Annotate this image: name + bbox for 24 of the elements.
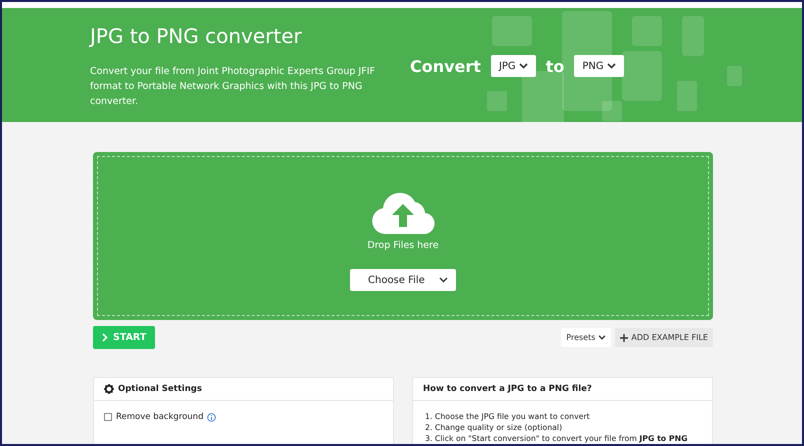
option-label: Remove background bbox=[116, 412, 204, 422]
chevron-down-icon bbox=[518, 63, 528, 69]
convert-label: Convert bbox=[410, 56, 481, 76]
to-label: to bbox=[546, 56, 564, 76]
chevron-down-icon bbox=[439, 277, 448, 283]
chevron-down-icon bbox=[606, 63, 616, 69]
chevron-down-icon bbox=[598, 335, 606, 340]
file-dropzone[interactable]: Drop Files here Choose File bbox=[93, 152, 713, 320]
page-description: Convert your file from Joint Photographic Experts Group JFIF format to Portable Network Graphics with this JPG to PNG converter. bbox=[90, 65, 376, 109]
presets-dropdown[interactable]: Presets bbox=[561, 328, 612, 347]
chevron-right-icon bbox=[102, 333, 108, 342]
cloud-upload-icon bbox=[371, 190, 435, 234]
card-title: Optional Settings bbox=[118, 384, 202, 394]
to-format-dropdown[interactable]: PNG bbox=[574, 55, 624, 77]
drop-files-text: Drop Files here bbox=[367, 240, 439, 251]
info-icon bbox=[207, 412, 216, 422]
from-format-dropdown[interactable]: JPG bbox=[490, 55, 536, 77]
choose-file-button[interactable]: Choose File bbox=[350, 269, 456, 291]
card-title: How to convert a JPG to a PNG file? bbox=[423, 384, 592, 394]
gear-icon bbox=[104, 384, 114, 394]
checkbox[interactable] bbox=[104, 413, 112, 421]
add-example-file-button[interactable]: ADD EXAMPLE FILE bbox=[615, 328, 713, 347]
page-title: JPG to PNG converter bbox=[90, 24, 303, 48]
plus-icon bbox=[620, 334, 628, 342]
